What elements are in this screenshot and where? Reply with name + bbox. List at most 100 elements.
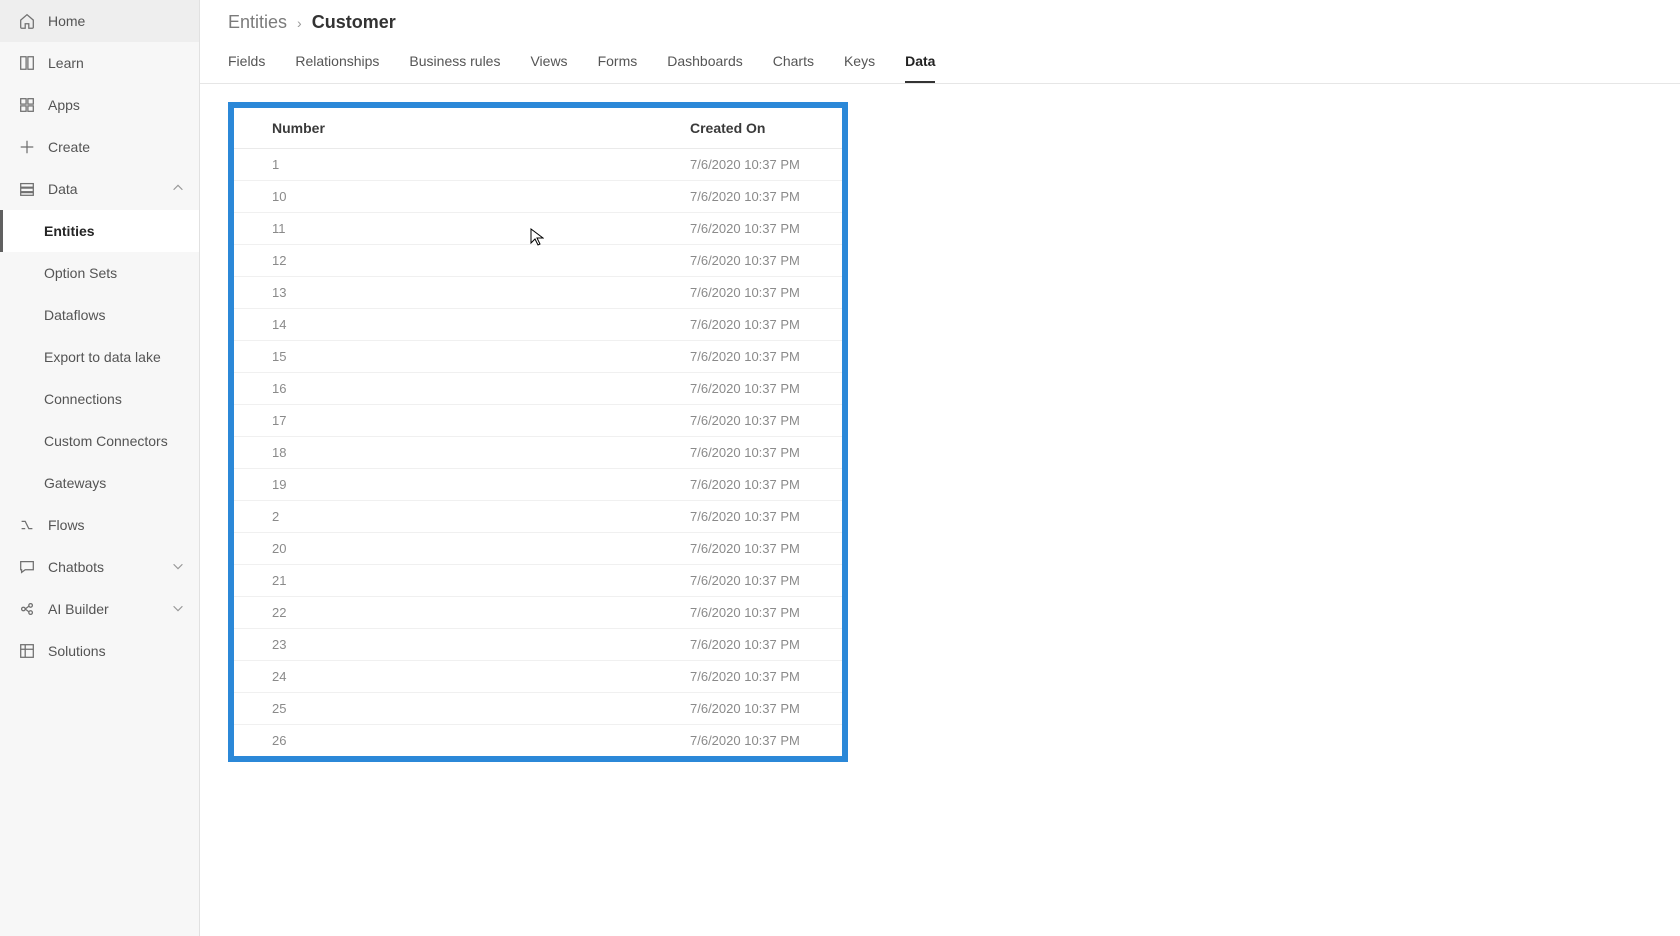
cell-created-on: 7/6/2020 10:37 PM [690, 733, 842, 748]
table-row[interactable]: 137/6/2020 10:37 PM [234, 277, 842, 309]
sidebar-item-label: Chatbots [48, 559, 104, 575]
main-content: Entities › Customer Fields Relationships… [200, 0, 1680, 936]
cell-number: 19 [272, 477, 690, 492]
sidebar-item-label: Gateways [44, 475, 106, 491]
chevron-down-icon [171, 559, 185, 576]
cell-created-on: 7/6/2020 10:37 PM [690, 285, 842, 300]
cell-number: 20 [272, 541, 690, 556]
cell-created-on: 7/6/2020 10:37 PM [690, 317, 842, 332]
cell-number: 25 [272, 701, 690, 716]
tab-forms[interactable]: Forms [598, 53, 638, 83]
sidebar-item-label: Entities [44, 223, 95, 239]
tab-business-rules[interactable]: Business rules [409, 53, 500, 83]
tab-relationships[interactable]: Relationships [295, 53, 379, 83]
sidebar-item-label: Option Sets [44, 265, 117, 281]
sidebar-item-custom-connectors[interactable]: Custom Connectors [0, 420, 199, 462]
table-row[interactable]: 167/6/2020 10:37 PM [234, 373, 842, 405]
column-header-number[interactable]: Number [272, 120, 690, 136]
sidebar-item-label: Flows [48, 517, 85, 533]
sidebar-item-dataflows[interactable]: Dataflows [0, 294, 199, 336]
chevron-up-icon [171, 181, 185, 198]
cell-number: 11 [272, 221, 690, 236]
cell-created-on: 7/6/2020 10:37 PM [690, 189, 842, 204]
table-row[interactable]: 177/6/2020 10:37 PM [234, 405, 842, 437]
cell-number: 26 [272, 733, 690, 748]
book-icon [18, 54, 36, 72]
cell-number: 22 [272, 605, 690, 620]
sidebar-item-export-lake[interactable]: Export to data lake [0, 336, 199, 378]
tab-fields[interactable]: Fields [228, 53, 265, 83]
sidebar-item-label: Solutions [48, 643, 106, 659]
sidebar-item-option-sets[interactable]: Option Sets [0, 252, 199, 294]
entity-tabs: Fields Relationships Business rules View… [200, 37, 1680, 84]
table-row[interactable]: 187/6/2020 10:37 PM [234, 437, 842, 469]
sidebar-item-label: Custom Connectors [44, 433, 168, 449]
cell-number: 16 [272, 381, 690, 396]
table-row[interactable]: 127/6/2020 10:37 PM [234, 245, 842, 277]
sidebar-item-home[interactable]: Home [0, 0, 199, 42]
tab-dashboards[interactable]: Dashboards [667, 53, 743, 83]
table-row[interactable]: 157/6/2020 10:37 PM [234, 341, 842, 373]
cell-created-on: 7/6/2020 10:37 PM [690, 541, 842, 556]
sidebar-item-learn[interactable]: Learn [0, 42, 199, 84]
column-header-created-on[interactable]: Created On [690, 120, 842, 136]
cell-number: 14 [272, 317, 690, 332]
table-row[interactable]: 17/6/2020 10:37 PM [234, 149, 842, 181]
ai-icon [18, 600, 36, 618]
breadcrumb-root[interactable]: Entities [228, 12, 287, 33]
sidebar-item-label: Home [48, 13, 85, 29]
cell-number: 1 [272, 157, 690, 172]
table-row[interactable]: 27/6/2020 10:37 PM [234, 501, 842, 533]
sidebar-item-ai-builder[interactable]: AI Builder [0, 588, 199, 630]
cell-created-on: 7/6/2020 10:37 PM [690, 413, 842, 428]
sidebar-item-apps[interactable]: Apps [0, 84, 199, 126]
table-row[interactable]: 107/6/2020 10:37 PM [234, 181, 842, 213]
sidebar-item-label: Create [48, 139, 90, 155]
chat-icon [18, 558, 36, 576]
table-row[interactable]: 267/6/2020 10:37 PM [234, 725, 842, 756]
flow-icon [18, 516, 36, 534]
table-row[interactable]: 147/6/2020 10:37 PM [234, 309, 842, 341]
tab-views[interactable]: Views [530, 53, 567, 83]
table-row[interactable]: 197/6/2020 10:37 PM [234, 469, 842, 501]
table-row[interactable]: 237/6/2020 10:37 PM [234, 629, 842, 661]
cell-created-on: 7/6/2020 10:37 PM [690, 349, 842, 364]
cell-created-on: 7/6/2020 10:37 PM [690, 381, 842, 396]
sidebar-item-flows[interactable]: Flows [0, 504, 199, 546]
cell-created-on: 7/6/2020 10:37 PM [690, 509, 842, 524]
cell-number: 21 [272, 573, 690, 588]
cell-created-on: 7/6/2020 10:37 PM [690, 477, 842, 492]
sidebar-item-gateways[interactable]: Gateways [0, 462, 199, 504]
sidebar-item-create[interactable]: Create [0, 126, 199, 168]
sidebar-item-label: Export to data lake [44, 349, 161, 365]
table-row[interactable]: 227/6/2020 10:37 PM [234, 597, 842, 629]
sidebar-item-data[interactable]: Data [0, 168, 199, 210]
tab-charts[interactable]: Charts [773, 53, 814, 83]
tab-keys[interactable]: Keys [844, 53, 875, 83]
cell-created-on: 7/6/2020 10:37 PM [690, 701, 842, 716]
apps-icon [18, 96, 36, 114]
sidebar-item-chatbots[interactable]: Chatbots [0, 546, 199, 588]
solutions-icon [18, 642, 36, 660]
sidebar-item-connections[interactable]: Connections [0, 378, 199, 420]
table-row[interactable]: 247/6/2020 10:37 PM [234, 661, 842, 693]
table-row[interactable]: 207/6/2020 10:37 PM [234, 533, 842, 565]
sidebar-item-solutions[interactable]: Solutions [0, 630, 199, 672]
cell-created-on: 7/6/2020 10:37 PM [690, 605, 842, 620]
cell-number: 10 [272, 189, 690, 204]
tab-data[interactable]: Data [905, 53, 935, 83]
table-row[interactable]: 257/6/2020 10:37 PM [234, 693, 842, 725]
chevron-right-icon: › [297, 15, 302, 31]
cell-number: 2 [272, 509, 690, 524]
sidebar-item-label: Data [48, 181, 78, 197]
sidebar-item-entities[interactable]: Entities [0, 210, 199, 252]
table-row[interactable]: 217/6/2020 10:37 PM [234, 565, 842, 597]
cell-number: 13 [272, 285, 690, 300]
sidebar-item-label: Dataflows [44, 307, 105, 323]
plus-icon [18, 138, 36, 156]
sidebar-item-label: Apps [48, 97, 80, 113]
data-table-highlight: Number Created On 17/6/2020 10:37 PM107/… [228, 102, 848, 762]
cell-number: 12 [272, 253, 690, 268]
home-icon [18, 12, 36, 30]
mouse-cursor-icon [530, 228, 544, 246]
